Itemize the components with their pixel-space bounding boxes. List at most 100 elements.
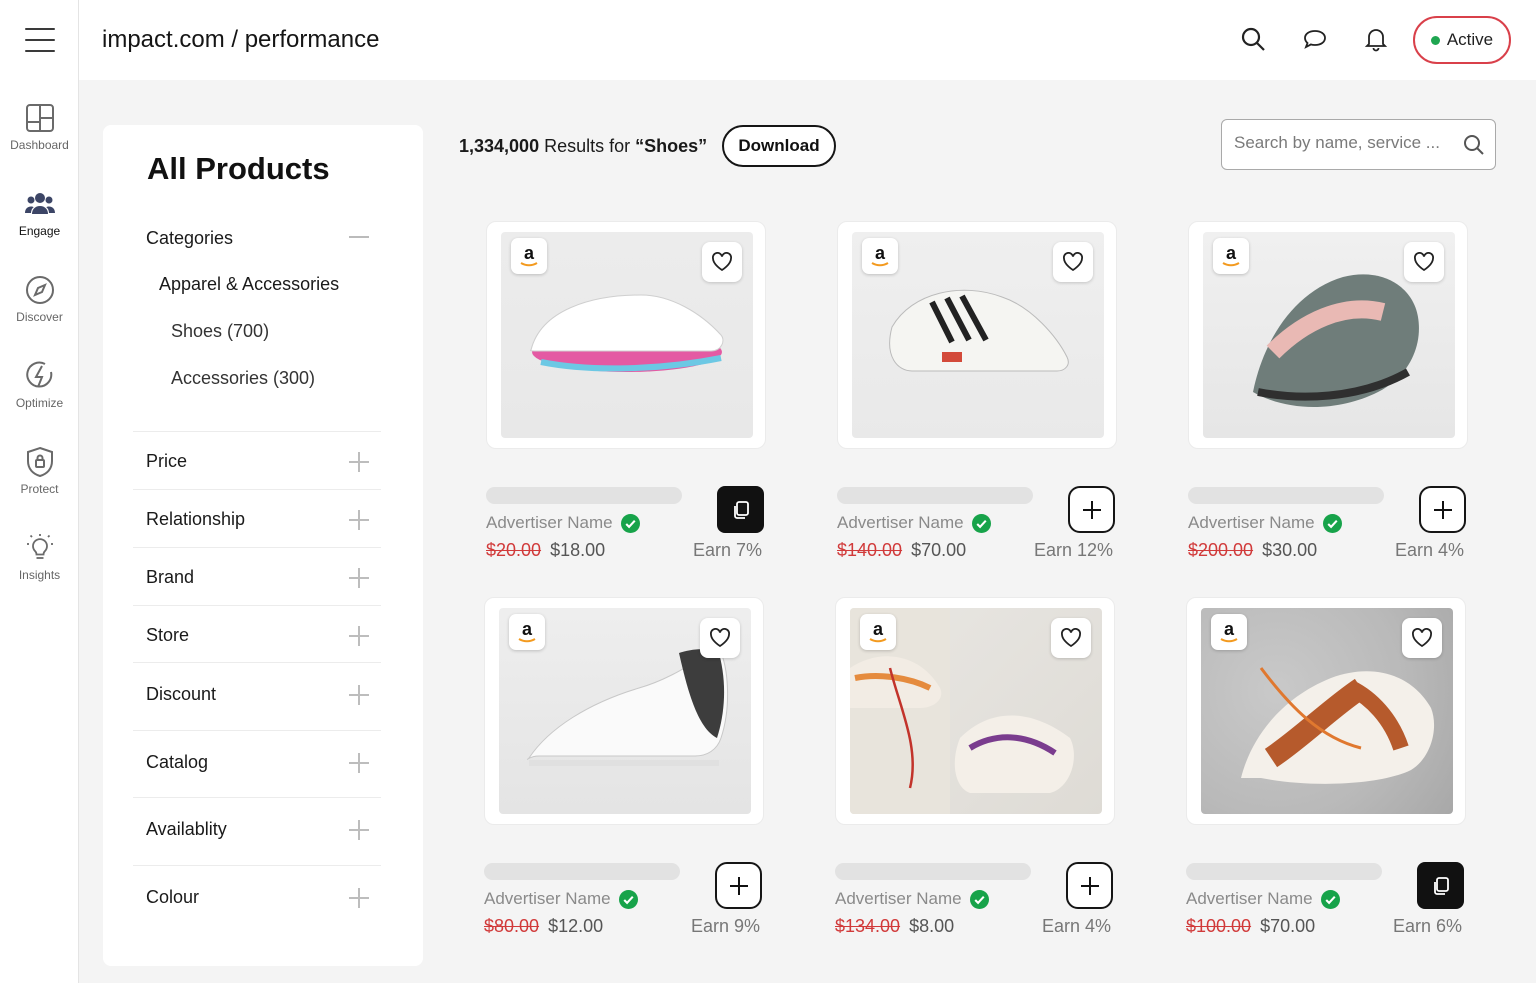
rail-item-label: Dashboard xyxy=(10,138,69,152)
rail-item-insights[interactable]: Insights xyxy=(0,532,79,582)
compass-icon xyxy=(25,276,54,304)
bell-icon[interactable] xyxy=(1363,26,1389,52)
filter-row-relationship[interactable]: Relationship xyxy=(133,489,381,547)
product-price: $20.00 $18.00 xyxy=(486,540,605,561)
sale-price: $30.00 xyxy=(1262,540,1318,560)
svg-text:a: a xyxy=(1224,620,1235,639)
svg-text:a: a xyxy=(1226,244,1237,263)
top-header: impact.com / performance Active xyxy=(79,0,1536,80)
advertiser-name[interactable]: Advertiser Name xyxy=(486,513,640,533)
product-image-frame[interactable]: a xyxy=(1186,597,1466,825)
earn-rate: Earn 4% xyxy=(1041,916,1111,936)
advertiser-name[interactable]: Advertiser Name xyxy=(1188,513,1342,533)
product-price: $140.00 $70.00 xyxy=(837,540,966,561)
status-label: Active xyxy=(1446,30,1494,49)
original-price: $140.00 xyxy=(837,540,903,560)
favorite-heart-icon[interactable] xyxy=(702,242,742,282)
search-icon[interactable] xyxy=(1463,134,1485,156)
copy-link-button[interactable] xyxy=(717,486,764,533)
favorite-heart-icon[interactable] xyxy=(700,618,740,658)
amazon-logo-icon: a xyxy=(1211,614,1247,650)
add-product-button[interactable] xyxy=(715,862,762,909)
filter-row-availability[interactable]: Availablity xyxy=(133,797,381,865)
category-apparel[interactable]: Apparel & Accessories xyxy=(159,274,339,295)
verified-check-icon xyxy=(1320,889,1340,909)
filter-row-store[interactable]: Store xyxy=(133,605,381,662)
expand-plus-icon[interactable] xyxy=(349,820,369,840)
rail-item-discover[interactable]: Discover xyxy=(0,274,79,324)
users-icon xyxy=(24,193,55,214)
advertiser-name[interactable]: Advertiser Name xyxy=(1186,889,1340,909)
add-product-button[interactable] xyxy=(1068,486,1115,533)
expand-plus-icon[interactable] xyxy=(349,753,369,773)
copy-icon xyxy=(1433,876,1449,895)
favorite-heart-icon[interactable] xyxy=(1404,242,1444,282)
search-icon[interactable] xyxy=(1240,26,1266,52)
filter-label: Brand xyxy=(146,567,195,587)
product-price: $100.00 $70.00 xyxy=(1186,916,1315,937)
expand-plus-icon[interactable] xyxy=(349,452,369,472)
product-image-frame[interactable]: a xyxy=(484,597,764,825)
earn-rate: Earn 9% xyxy=(690,916,760,936)
collapse-categories-button[interactable] xyxy=(349,236,369,238)
category-shoes[interactable]: Shoes (700) xyxy=(171,321,269,342)
copy-link-button[interactable] xyxy=(1417,862,1464,909)
status-dot xyxy=(1430,35,1440,45)
favorite-heart-icon[interactable] xyxy=(1053,242,1093,282)
expand-plus-icon[interactable] xyxy=(349,685,369,705)
favorite-heart-icon[interactable] xyxy=(1402,618,1442,658)
original-price: $80.00 xyxy=(484,916,540,936)
filter-row-price[interactable]: Price xyxy=(133,431,381,489)
add-product-button[interactable] xyxy=(1066,862,1113,909)
product-image-frame[interactable]: a xyxy=(837,221,1117,449)
filter-label: Colour xyxy=(146,887,200,907)
search-input[interactable] xyxy=(1234,133,1454,153)
bolt-icon xyxy=(25,361,52,388)
expand-plus-icon[interactable] xyxy=(349,568,369,588)
svg-text:a: a xyxy=(873,620,884,639)
product-image-frame[interactable]: a xyxy=(1188,221,1468,449)
filter-row-colour[interactable]: Colour xyxy=(133,865,381,933)
product-title-placeholder xyxy=(484,863,680,880)
favorite-heart-icon[interactable] xyxy=(1051,618,1091,658)
sale-price: $8.00 xyxy=(909,916,955,936)
advertiser-name[interactable]: Advertiser Name xyxy=(484,889,638,909)
earn-rate: Earn 6% xyxy=(1392,916,1462,936)
verified-check-icon xyxy=(969,889,989,909)
expand-plus-icon[interactable] xyxy=(349,888,369,908)
categories-heading: Categories xyxy=(146,228,234,248)
svg-text:a: a xyxy=(522,620,533,639)
amazon-logo-icon: a xyxy=(862,238,898,274)
shield-icon xyxy=(26,446,53,478)
product-image-frame[interactable]: a xyxy=(835,597,1115,825)
amazon-logo-icon: a xyxy=(1213,238,1249,274)
hamburger-menu-icon[interactable] xyxy=(25,28,55,56)
chat-icon[interactable] xyxy=(1302,26,1328,52)
add-product-button[interactable] xyxy=(1419,486,1466,533)
rail-item-engage[interactable]: Engage xyxy=(0,188,79,238)
advertiser-name[interactable]: Advertiser Name xyxy=(835,889,989,909)
advertiser-name[interactable]: Advertiser Name xyxy=(837,513,991,533)
filter-row-catalog[interactable]: Catalog xyxy=(133,730,381,797)
rail-item-dashboard[interactable]: Dashboard xyxy=(0,102,79,152)
status-toggle-button[interactable]: Active xyxy=(1413,16,1511,64)
category-accessories[interactable]: Accessories (300) xyxy=(171,368,315,389)
rail-item-protect[interactable]: Protect xyxy=(0,446,79,496)
filter-row-discount[interactable]: Discount xyxy=(133,662,381,730)
filter-panel: All Products Categories Apparel & Access… xyxy=(103,125,423,966)
expand-plus-icon[interactable] xyxy=(349,510,369,530)
download-button[interactable]: Download xyxy=(722,125,836,167)
svg-text:a: a xyxy=(524,244,535,263)
sale-price: $18.00 xyxy=(550,540,606,560)
rail-item-optimize[interactable]: Optimize xyxy=(0,360,79,410)
product-image-frame[interactable]: a xyxy=(486,221,766,449)
expand-plus-icon[interactable] xyxy=(349,626,369,646)
verified-check-icon xyxy=(1322,513,1342,533)
advertiser-label: Advertiser Name xyxy=(1186,889,1313,908)
plus-icon xyxy=(1082,500,1101,519)
rail-item-label: Optimize xyxy=(15,396,64,410)
filter-label: Price xyxy=(146,451,188,471)
amazon-logo-icon: a xyxy=(511,238,547,274)
copy-icon xyxy=(733,500,749,519)
filter-row-brand[interactable]: Brand xyxy=(133,547,381,605)
